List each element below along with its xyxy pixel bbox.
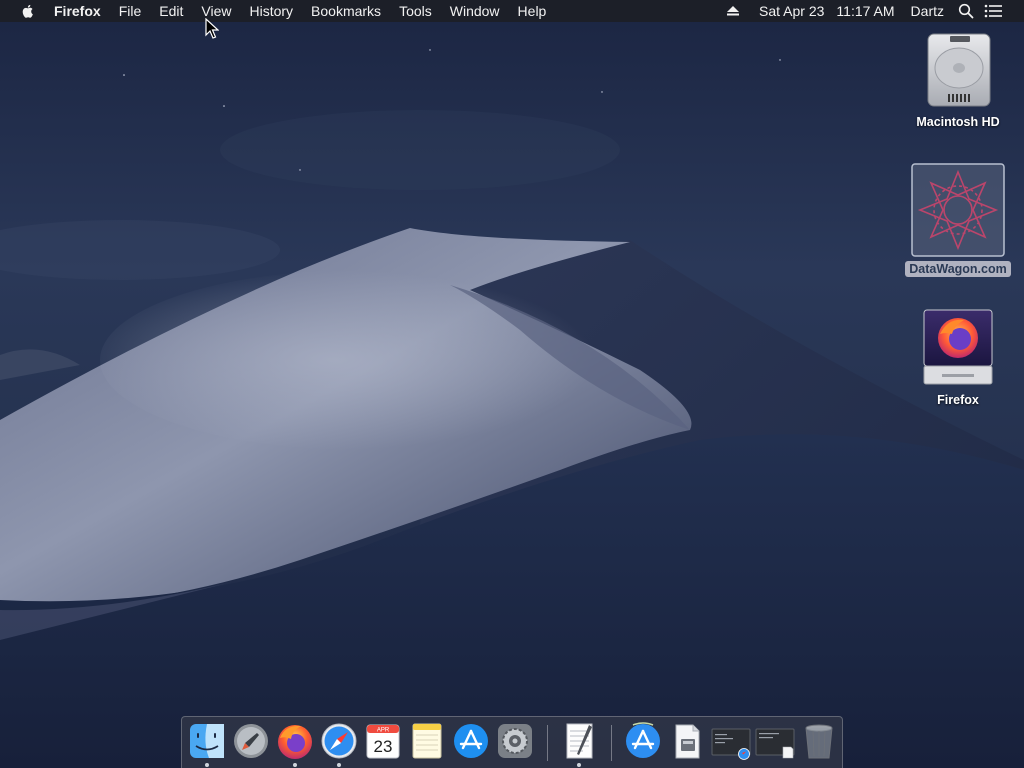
dock-item-calendar[interactable]: APR 23 (363, 721, 403, 761)
spotlight-search-icon[interactable] (958, 3, 974, 19)
eject-icon[interactable] (727, 6, 740, 16)
desktop-icon-datawagon[interactable]: DataWagon.com (898, 163, 1018, 278)
menu-window[interactable]: Window (441, 0, 509, 22)
system-preferences-icon (498, 724, 532, 758)
menu-help[interactable]: Help (509, 0, 556, 22)
dock-item-textedit[interactable] (559, 721, 599, 767)
dock-item-document[interactable] (667, 721, 707, 761)
dock-item-minimized-window-1[interactable] (711, 721, 751, 761)
trash-icon (805, 724, 833, 759)
dock-item-minimized-window-2[interactable] (755, 721, 795, 761)
firefox-disk-image-icon (923, 309, 993, 385)
notification-center-icon[interactable] (984, 4, 1002, 18)
menu-bar-status-area: Sat Apr 23 11:17 AM Dartz (727, 0, 1024, 22)
menu-tools[interactable]: Tools (390, 0, 441, 22)
firefox-icon (278, 725, 312, 759)
mouse-cursor-icon (205, 18, 219, 39)
running-indicator (205, 763, 209, 767)
dock-separator (611, 725, 612, 761)
calendar-month: APR (377, 728, 390, 734)
finder-icon (190, 724, 224, 758)
dock-item-firefox[interactable] (275, 721, 315, 767)
desktop-icon-macintosh-hd[interactable]: Macintosh HD (898, 30, 1018, 131)
menu-bookmarks[interactable]: Bookmarks (302, 0, 390, 22)
menu-app-firefox[interactable]: Firefox (54, 0, 110, 22)
menu-bar-user[interactable]: Dartz (905, 0, 950, 22)
menu-bar: Firefox File Edit View History Bookmarks… (0, 0, 1024, 22)
hard-drive-icon (927, 33, 991, 107)
notes-icon (412, 723, 442, 759)
dock-item-finder[interactable] (187, 721, 227, 767)
textedit-icon (566, 723, 593, 759)
dock: APR 23 (181, 716, 843, 768)
menu-edit[interactable]: Edit (150, 0, 192, 22)
dock-separator (547, 725, 548, 761)
calendar-day: 23 (374, 737, 393, 756)
dock-item-applications[interactable] (623, 721, 663, 761)
calendar-icon: APR 23 (366, 724, 400, 759)
dock-item-safari[interactable] (319, 721, 359, 767)
running-indicator (577, 763, 581, 767)
desktop-icon-label: Firefox (937, 393, 979, 407)
dock-item-notes[interactable] (407, 721, 447, 761)
dock-item-system-preferences[interactable] (495, 721, 535, 761)
document-stack-icon (675, 724, 700, 759)
datawagon-volume-icon (911, 163, 1005, 257)
dock-item-trash[interactable] (799, 721, 839, 761)
desktop-icon-label: DataWagon.com (905, 261, 1011, 277)
minimized-window-icon (711, 728, 751, 760)
running-indicator (337, 763, 341, 767)
applications-folder-icon (626, 722, 660, 758)
minimized-window-icon (755, 728, 795, 759)
menu-bar-date[interactable]: Sat Apr 23 (753, 0, 830, 22)
desktop-wallpaper (0, 0, 1024, 768)
desktop-icon-label: Macintosh HD (916, 115, 1000, 129)
running-indicator (293, 763, 297, 767)
apple-menu-icon[interactable] (20, 3, 36, 19)
dock-item-app-store[interactable] (451, 721, 491, 761)
menu-bar-time[interactable]: 11:17 AM (830, 0, 900, 22)
menu-file[interactable]: File (110, 0, 151, 22)
menu-history[interactable]: History (240, 0, 302, 22)
dock-item-launchpad[interactable] (231, 721, 271, 761)
desktop-icon-firefox-dmg[interactable]: Firefox (898, 308, 1018, 409)
safari-icon (321, 723, 357, 759)
launchpad-icon (234, 724, 268, 758)
app-store-icon (454, 724, 488, 758)
